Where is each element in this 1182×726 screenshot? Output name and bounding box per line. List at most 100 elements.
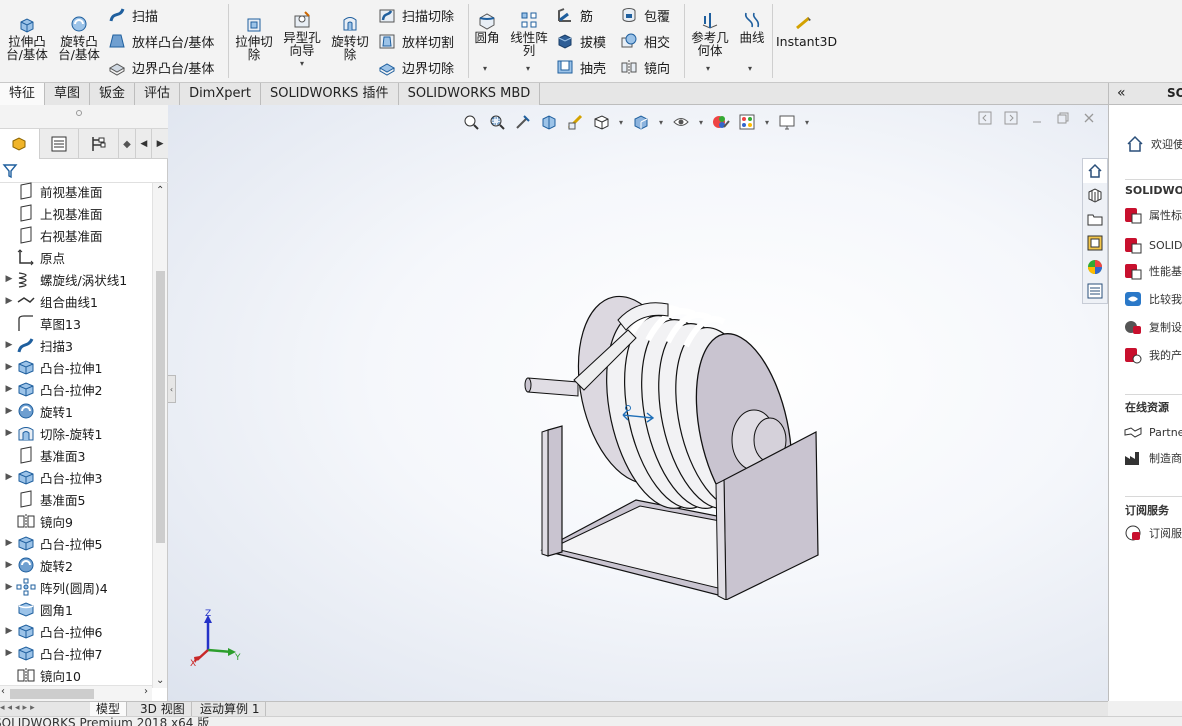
tab-scroll-left-icon[interactable]: ◀ <box>136 129 153 159</box>
tp-item-performance[interactable]: 性能基 <box>1123 260 1182 282</box>
expand-arrow-icon[interactable]: ▶ <box>2 538 16 548</box>
tree-item[interactable]: ▶ 凸台-拉伸3 <box>0 466 152 488</box>
tree-vertical-scrollbar[interactable]: ⌃ ⌄ <box>152 183 167 688</box>
more-tabs[interactable]: ◆ <box>119 129 137 159</box>
boundary-cut-button[interactable]: 边界切除 <box>378 56 454 78</box>
edit-appearance-button[interactable] <box>708 112 734 132</box>
chevron-down-icon[interactable]: ▾ <box>706 64 710 73</box>
reference-geometry-button[interactable]: 参考几 何体 <box>688 10 732 57</box>
view-palette-tab[interactable] <box>1083 231 1107 255</box>
chevron-down-icon[interactable]: ▾ <box>654 112 668 132</box>
expand-arrow-icon[interactable]: ▶ <box>2 296 16 306</box>
tab-motion-study[interactable]: 运动算例 1 <box>194 702 267 717</box>
chevron-down-icon[interactable]: ▾ <box>614 112 628 132</box>
tree-item[interactable]: 镜向9 <box>0 510 152 532</box>
expand-arrow-icon[interactable]: ▶ <box>2 582 16 592</box>
boundary-boss-button[interactable]: 边界凸台/基体 <box>108 56 214 78</box>
chevron-down-icon[interactable]: ▾ <box>483 64 487 73</box>
draft-button[interactable]: 拔模 <box>556 30 606 52</box>
previous-document-icon[interactable] <box>976 111 994 125</box>
tree-item[interactable]: 镜向10 <box>0 664 152 686</box>
tab-evaluate[interactable]: 评估 <box>135 83 181 105</box>
loft-boss-button[interactable]: 放样凸台/基体 <box>108 30 214 52</box>
tab-solidworks-mbd[interactable]: SOLIDWORKS MBD <box>398 83 541 105</box>
tree-item[interactable]: ▶ 凸台-拉伸1 <box>0 356 152 378</box>
scrollbar-thumb[interactable] <box>156 271 165 543</box>
hide-show-items-button[interactable] <box>668 112 694 132</box>
sweep-button[interactable]: 扫描 <box>108 4 158 26</box>
tp-item-manufacturer[interactable]: 制造商 <box>1123 447 1182 469</box>
expand-arrow-icon[interactable]: ▶ <box>2 472 16 482</box>
hole-wizard-button[interactable]: 异型孔 向导 ▾ <box>280 10 324 70</box>
tab-navigation-arrows[interactable]: ◂◂◂▸▸ <box>0 703 38 713</box>
chevron-down-icon[interactable]: ▾ <box>526 64 530 73</box>
tp-item-subscription[interactable]: 订阅服 <box>1123 522 1182 544</box>
task-pane-home-tab[interactable] <box>1083 159 1107 183</box>
dynamic-annotation-button[interactable] <box>562 112 588 132</box>
extrude-boss-button[interactable]: 拉伸凸 台/基体 <box>4 14 50 61</box>
instant3d-button[interactable]: Instant3D <box>776 14 837 48</box>
chevron-down-icon[interactable]: ▾ <box>800 112 814 132</box>
expand-arrow-icon[interactable]: ▶ <box>2 560 16 570</box>
zoom-to-fit-button[interactable] <box>458 112 484 132</box>
welcome-link[interactable]: 欢迎使 <box>1125 133 1182 155</box>
filter-icon[interactable] <box>2 163 18 179</box>
chevron-down-icon[interactable]: ▾ <box>694 112 708 132</box>
previous-view-button[interactable] <box>510 112 536 132</box>
configuration-manager-tab[interactable] <box>79 129 119 159</box>
tp-item-partner[interactable]: Partne <box>1123 421 1182 443</box>
wrap-button[interactable]: 包覆 <box>620 4 670 26</box>
design-library-tab[interactable] <box>1083 183 1107 207</box>
expand-arrow-icon[interactable]: ▶ <box>2 362 16 372</box>
zoom-to-area-button[interactable] <box>484 112 510 132</box>
tab-features[interactable]: 特征 <box>0 83 46 105</box>
tab-model[interactable]: 模型 <box>90 702 128 717</box>
tree-item[interactable]: ▶ 凸台-拉伸7 <box>0 642 152 664</box>
file-explorer-tab[interactable] <box>1083 207 1107 231</box>
scroll-left-icon[interactable]: ‹ <box>1 686 5 697</box>
display-style-button[interactable] <box>628 112 654 132</box>
tree-horizontal-scrollbar[interactable]: ‹ › <box>0 685 152 701</box>
scroll-right-icon[interactable]: › <box>144 686 148 697</box>
tp-item-compare[interactable]: 比较我 <box>1123 288 1182 310</box>
tree-item[interactable]: 前视基准面 <box>0 180 152 202</box>
hose-reel-model[interactable] <box>518 290 828 600</box>
tab-solidworks-addins[interactable]: SOLIDWORKS 插件 <box>260 83 399 105</box>
minimize-icon[interactable] <box>1028 111 1046 125</box>
tab-3d-view[interactable]: 3D 视图 <box>134 702 192 717</box>
view-orientation-button[interactable] <box>588 112 614 132</box>
expand-arrow-icon[interactable]: ▶ <box>2 406 16 416</box>
tree-item[interactable]: 草图13 <box>0 312 152 334</box>
tree-item[interactable]: 基准面5 <box>0 488 152 510</box>
fillet-button[interactable]: 圆角 <box>470 10 504 44</box>
view-settings-button[interactable] <box>774 112 800 132</box>
restore-icon[interactable] <box>1054 111 1072 125</box>
graphics-area[interactable]: ▾ ▾ ▾ ▾ ▾ Z Y X ‹ <box>168 105 1108 701</box>
tab-scroll-right-icon[interactable]: ▶ <box>152 129 168 159</box>
intersect-button[interactable]: 相交 <box>620 30 670 52</box>
tree-item[interactable]: ▶ 螺旋线/涡状线1 <box>0 268 152 290</box>
chevron-down-icon[interactable]: ▾ <box>748 64 752 73</box>
tp-item-property-tab[interactable]: 属性标 <box>1123 204 1182 226</box>
tree-item[interactable]: ▶ 旋转1 <box>0 400 152 422</box>
shell-button[interactable]: 抽壳 <box>556 56 606 78</box>
tp-item-solidworks-rx[interactable]: SOLIDV <box>1123 234 1182 256</box>
tree-item[interactable]: ▶ 阵列(圆周)4 <box>0 576 152 598</box>
tp-item-my-products[interactable]: 我的产 <box>1123 344 1182 366</box>
tree-item[interactable]: 右视基准面 <box>0 224 152 246</box>
custom-properties-tab[interactable] <box>1083 279 1107 303</box>
panel-collapse-handle[interactable] <box>76 110 82 116</box>
chevron-down-icon[interactable]: ▾ <box>280 57 324 70</box>
scroll-up-icon[interactable]: ⌃ <box>156 185 164 196</box>
chevron-down-icon[interactable]: ▾ <box>760 112 774 132</box>
tab-sketch[interactable]: 草图 <box>45 83 91 105</box>
mirror-button[interactable]: 镜向 <box>620 56 670 78</box>
loft-cut-button[interactable]: 放样切割 <box>378 30 454 52</box>
scroll-down-icon[interactable]: ⌄ <box>156 675 164 686</box>
appearances-tab[interactable] <box>1083 255 1107 279</box>
expand-arrow-icon[interactable]: ▶ <box>2 428 16 438</box>
sweep-cut-button[interactable]: 扫描切除 <box>378 4 454 26</box>
tab-dimxpert[interactable]: DimXpert <box>180 83 261 105</box>
rib-button[interactable]: 筋 <box>556 4 593 26</box>
property-manager-tab[interactable] <box>40 129 80 159</box>
